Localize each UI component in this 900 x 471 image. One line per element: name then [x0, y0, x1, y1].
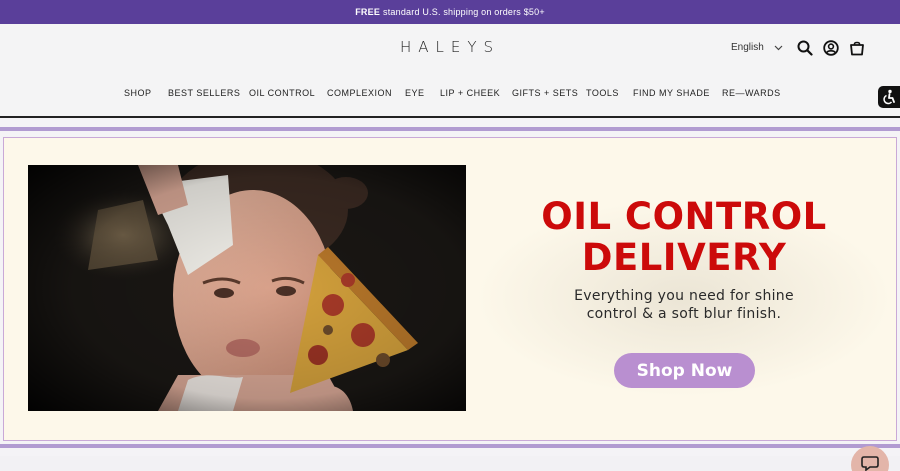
search-icon[interactable] — [797, 40, 813, 56]
hero-banner: OIL CONTROL DELIVERY Everything you need… — [3, 137, 897, 441]
language-label: English — [731, 42, 764, 53]
next-section — [0, 456, 900, 471]
subtext-line-2: control & a soft blur finish. — [586, 306, 782, 322]
nav-item-shop[interactable]: SHOP — [124, 88, 152, 98]
announcement-bar: FREE standard U.S. shipping on orders $5… — [0, 0, 900, 24]
chevron-down-icon — [774, 45, 783, 50]
hero-illustration — [28, 165, 466, 411]
headline-line-2: DELIVERY — [581, 236, 787, 279]
accessibility-button[interactable] — [878, 86, 900, 108]
nav-item-tools[interactable]: TOOLS — [586, 88, 619, 98]
headline-line-1: OIL CONTROL — [541, 195, 827, 238]
chat-widget-button[interactable] — [851, 446, 889, 471]
nav-item-find-my-shade[interactable]: FIND MY SHADE — [633, 88, 710, 98]
site-header: HALEYS English SHOP BEST SELLERS OIL CON… — [0, 24, 900, 118]
nav-item-gifts-sets[interactable]: GIFTS + SETS — [512, 88, 578, 98]
nav-item-rewards[interactable]: RE—WARDS — [722, 88, 781, 98]
accessibility-icon — [883, 89, 895, 105]
announcement-text: standard U.S. shipping on orders $50+ — [383, 7, 545, 17]
nav-item-eye[interactable]: EYE — [405, 88, 425, 98]
subtext-line-1: Everything you need for shine — [574, 288, 794, 304]
hero-image — [28, 165, 466, 411]
language-selector[interactable]: English — [731, 42, 783, 53]
cart-icon[interactable] — [849, 40, 865, 56]
hero-subtext: Everything you need for shine control & … — [524, 287, 844, 323]
nav-item-best-sellers[interactable]: BEST SELLERS — [168, 88, 240, 98]
hero-headline: OIL CONTROL DELIVERY — [474, 196, 894, 278]
nav-item-complexion[interactable]: COMPLEXION — [327, 88, 392, 98]
divider-stripe-top — [0, 127, 900, 131]
account-icon[interactable] — [823, 40, 839, 56]
chat-bubble-icon — [861, 456, 879, 471]
nav-item-oil-control[interactable]: OIL CONTROL — [249, 88, 315, 98]
announcement-bold: FREE — [355, 7, 381, 17]
nav-item-lip-cheek[interactable]: LIP + CHEEK — [440, 88, 500, 98]
shop-now-button[interactable]: Shop Now — [614, 353, 755, 388]
divider-stripe-bottom — [0, 444, 900, 448]
